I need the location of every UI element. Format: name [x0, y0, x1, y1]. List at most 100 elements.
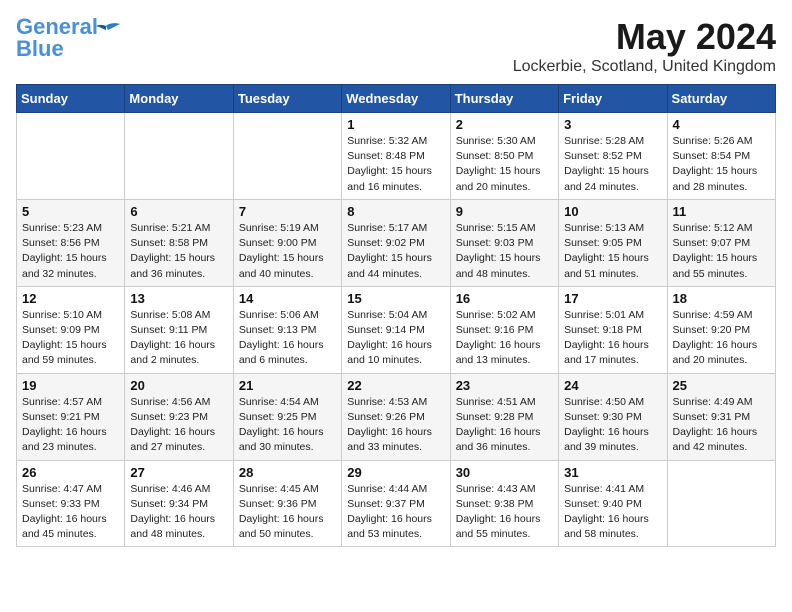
day-number: 27 — [130, 465, 227, 480]
day-number: 18 — [673, 291, 770, 306]
day-info: Sunrise: 5:30 AM Sunset: 8:50 PM Dayligh… — [456, 134, 553, 195]
day-number: 15 — [347, 291, 444, 306]
day-info: Sunrise: 5:13 AM Sunset: 9:05 PM Dayligh… — [564, 221, 661, 282]
day-number: 5 — [22, 204, 119, 219]
day-number: 22 — [347, 378, 444, 393]
day-info: Sunrise: 4:56 AM Sunset: 9:23 PM Dayligh… — [130, 395, 227, 456]
day-cell-23: 23 Sunrise: 4:51 AM Sunset: 9:28 PM Dayli… — [450, 373, 558, 460]
day-header-tuesday: Tuesday — [233, 85, 341, 113]
day-number: 14 — [239, 291, 336, 306]
day-number: 20 — [130, 378, 227, 393]
day-cell-26: 26Sunrise: 4:47 AM Sunset: 9:33 PM Dayli… — [17, 460, 125, 547]
day-number: 16 — [456, 291, 553, 306]
day-info: Sunrise: 5:26 AM Sunset: 8:54 PM Dayligh… — [673, 134, 770, 195]
day-cell-16: 16 Sunrise: 5:02 AM Sunset: 9:16 PM Dayli… — [450, 286, 558, 373]
calendar-header: SundayMondayTuesdayWednesdayThursdayFrid… — [17, 85, 776, 113]
calendar-table: SundayMondayTuesdayWednesdayThursdayFrid… — [16, 84, 776, 547]
day-cell-8: 8Sunrise: 5:17 AM Sunset: 9:02 PM Daylig… — [342, 199, 450, 286]
day-number: 19 — [22, 378, 119, 393]
day-cell-14: 14 Sunrise: 5:06 AM Sunset: 9:13 PM Dayli… — [233, 286, 341, 373]
day-cell-15: 15 Sunrise: 5:04 AM Sunset: 9:14 PM Dayli… — [342, 286, 450, 373]
day-info: Sunrise: 4:53 AM Sunset: 9:26 PM Dayligh… — [347, 395, 444, 456]
day-number: 21 — [239, 378, 336, 393]
day-header-friday: Friday — [559, 85, 667, 113]
header-row: SundayMondayTuesdayWednesdayThursdayFrid… — [17, 85, 776, 113]
day-number: 9 — [456, 204, 553, 219]
week-row-3: 12Sunrise: 5:10 AM Sunset: 9:09 PM Dayli… — [17, 286, 776, 373]
day-number: 17 — [564, 291, 661, 306]
day-number: 30 — [456, 465, 553, 480]
logo-bird-icon — [92, 22, 120, 44]
day-cell-10: 10 Sunrise: 5:13 AM Sunset: 9:05 PM Dayli… — [559, 199, 667, 286]
day-cell-21: 21 Sunrise: 4:54 AM Sunset: 9:25 PM Dayli… — [233, 373, 341, 460]
day-number: 10 — [564, 204, 661, 219]
day-info: Sunrise: 4:50 AM Sunset: 9:30 PM Dayligh… — [564, 395, 661, 456]
day-header-monday: Monday — [125, 85, 233, 113]
day-cell-25: 25 Sunrise: 4:49 AM Sunset: 9:31 PM Dayli… — [667, 373, 775, 460]
location: Lockerbie, Scotland, United Kingdom — [513, 58, 776, 76]
day-info: Sunrise: 4:57 AM Sunset: 9:21 PM Dayligh… — [22, 395, 119, 456]
day-info: Sunrise: 5:08 AM Sunset: 9:11 PM Dayligh… — [130, 308, 227, 369]
day-info: Sunrise: 4:41 AM Sunset: 9:40 PM Dayligh… — [564, 482, 661, 543]
day-info: Sunrise: 5:28 AM Sunset: 8:52 PM Dayligh… — [564, 134, 661, 195]
day-header-saturday: Saturday — [667, 85, 775, 113]
day-number: 28 — [239, 465, 336, 480]
day-info: Sunrise: 4:49 AM Sunset: 9:31 PM Dayligh… — [673, 395, 770, 456]
day-info: Sunrise: 5:04 AM Sunset: 9:14 PM Dayligh… — [347, 308, 444, 369]
day-info: Sunrise: 5:12 AM Sunset: 9:07 PM Dayligh… — [673, 221, 770, 282]
day-number: 11 — [673, 204, 770, 219]
day-cell-6: 6 Sunrise: 5:21 AM Sunset: 8:58 PM Daylig… — [125, 199, 233, 286]
day-header-wednesday: Wednesday — [342, 85, 450, 113]
day-number: 23 — [456, 378, 553, 393]
day-info: Sunrise: 5:01 AM Sunset: 9:18 PM Dayligh… — [564, 308, 661, 369]
empty-cell — [125, 113, 233, 200]
day-number: 25 — [673, 378, 770, 393]
day-info: Sunrise: 4:54 AM Sunset: 9:25 PM Dayligh… — [239, 395, 336, 456]
logo-text: GeneralBlue — [16, 16, 98, 60]
day-cell-1: 1Sunrise: 5:32 AM Sunset: 8:48 PM Daylig… — [342, 113, 450, 200]
day-number: 4 — [673, 117, 770, 132]
day-info: Sunrise: 5:02 AM Sunset: 9:16 PM Dayligh… — [456, 308, 553, 369]
day-cell-2: 2 Sunrise: 5:30 AM Sunset: 8:50 PM Daylig… — [450, 113, 558, 200]
day-cell-24: 24 Sunrise: 4:50 AM Sunset: 9:30 PM Dayli… — [559, 373, 667, 460]
title-area: May 2024 Lockerbie, Scotland, United Kin… — [513, 16, 776, 76]
day-cell-29: 29 Sunrise: 4:44 AM Sunset: 9:37 PM Dayli… — [342, 460, 450, 547]
day-cell-3: 3 Sunrise: 5:28 AM Sunset: 8:52 PM Daylig… — [559, 113, 667, 200]
week-row-5: 26Sunrise: 4:47 AM Sunset: 9:33 PM Dayli… — [17, 460, 776, 547]
day-info: Sunrise: 4:46 AM Sunset: 9:34 PM Dayligh… — [130, 482, 227, 543]
day-info: Sunrise: 4:51 AM Sunset: 9:28 PM Dayligh… — [456, 395, 553, 456]
day-info: Sunrise: 5:21 AM Sunset: 8:58 PM Dayligh… — [130, 221, 227, 282]
day-cell-28: 28 Sunrise: 4:45 AM Sunset: 9:36 PM Dayli… — [233, 460, 341, 547]
day-number: 24 — [564, 378, 661, 393]
week-row-2: 5Sunrise: 5:23 AM Sunset: 8:56 PM Daylig… — [17, 199, 776, 286]
day-cell-27: 27 Sunrise: 4:46 AM Sunset: 9:34 PM Dayli… — [125, 460, 233, 547]
week-row-4: 19 Sunrise: 4:57 AM Sunset: 9:21 PM Dayli… — [17, 373, 776, 460]
day-number: 31 — [564, 465, 661, 480]
day-number: 1 — [347, 117, 444, 132]
calendar-body: 1Sunrise: 5:32 AM Sunset: 8:48 PM Daylig… — [17, 113, 776, 547]
day-info: Sunrise: 5:15 AM Sunset: 9:03 PM Dayligh… — [456, 221, 553, 282]
day-number: 29 — [347, 465, 444, 480]
empty-cell — [667, 460, 775, 547]
day-number: 8 — [347, 204, 444, 219]
day-number: 2 — [456, 117, 553, 132]
day-info: Sunrise: 5:06 AM Sunset: 9:13 PM Dayligh… — [239, 308, 336, 369]
day-info: Sunrise: 5:10 AM Sunset: 9:09 PM Dayligh… — [22, 308, 119, 369]
day-cell-31: 31 Sunrise: 4:41 AM Sunset: 9:40 PM Dayli… — [559, 460, 667, 547]
day-info: Sunrise: 4:44 AM Sunset: 9:37 PM Dayligh… — [347, 482, 444, 543]
day-cell-11: 11 Sunrise: 5:12 AM Sunset: 9:07 PM Dayli… — [667, 199, 775, 286]
day-cell-30: 30Sunrise: 4:43 AM Sunset: 9:38 PM Dayli… — [450, 460, 558, 547]
day-number: 6 — [130, 204, 227, 219]
day-cell-13: 13 Sunrise: 5:08 AM Sunset: 9:11 PM Dayli… — [125, 286, 233, 373]
day-number: 13 — [130, 291, 227, 306]
day-number: 3 — [564, 117, 661, 132]
empty-cell — [17, 113, 125, 200]
day-header-thursday: Thursday — [450, 85, 558, 113]
day-cell-22: 22 Sunrise: 4:53 AM Sunset: 9:26 PM Dayli… — [342, 373, 450, 460]
day-info: Sunrise: 4:45 AM Sunset: 9:36 PM Dayligh… — [239, 482, 336, 543]
day-cell-4: 4 Sunrise: 5:26 AM Sunset: 8:54 PM Daylig… — [667, 113, 775, 200]
day-cell-20: 20 Sunrise: 4:56 AM Sunset: 9:23 PM Dayli… — [125, 373, 233, 460]
day-info: Sunrise: 4:59 AM Sunset: 9:20 PM Dayligh… — [673, 308, 770, 369]
day-cell-7: 7Sunrise: 5:19 AM Sunset: 9:00 PM Daylig… — [233, 199, 341, 286]
day-number: 26 — [22, 465, 119, 480]
